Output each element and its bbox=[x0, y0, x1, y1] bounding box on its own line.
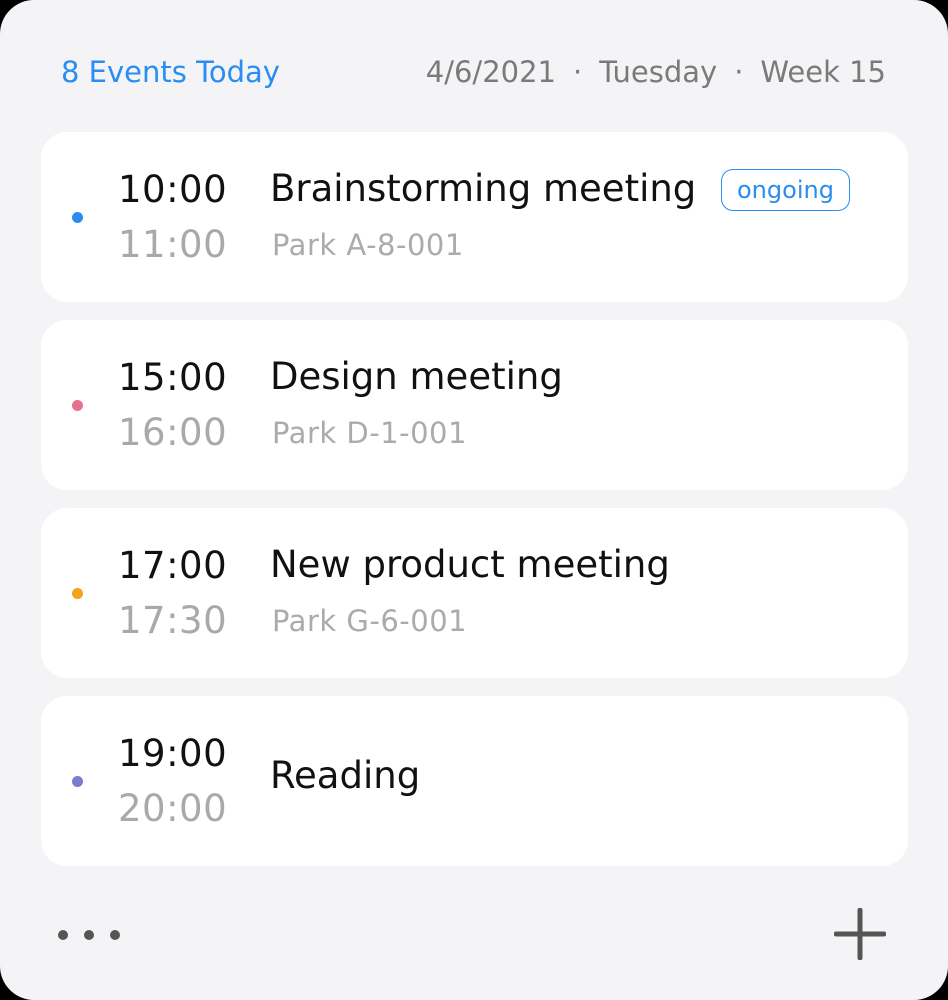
dot bbox=[110, 930, 120, 940]
event-location: Park A-8-001 bbox=[272, 228, 464, 262]
event-title: New product meeting bbox=[270, 543, 670, 586]
more-horizontal-icon[interactable] bbox=[58, 920, 120, 950]
week-label: Week 15 bbox=[760, 55, 886, 89]
event-end-time: 16:00 bbox=[118, 411, 228, 454]
status-badge: ongoing bbox=[721, 169, 850, 211]
event-color-dot bbox=[72, 776, 83, 787]
event-start-time: 10:00 bbox=[118, 168, 228, 211]
event-location: Park G-6-001 bbox=[272, 604, 468, 638]
date-label: 4/6/2021 bbox=[425, 55, 556, 89]
separator: · bbox=[734, 55, 744, 89]
events-count[interactable]: 8 Events Today bbox=[61, 55, 280, 89]
separator: · bbox=[573, 55, 583, 89]
calendar-widget: 8 Events Today 4/6/2021 · Tuesday · Week… bbox=[0, 0, 948, 1000]
event-location: Park D-1-001 bbox=[272, 416, 467, 450]
event-title: Brainstorming meeting bbox=[270, 167, 697, 210]
plus-icon[interactable] bbox=[834, 908, 886, 960]
event-card[interactable]: 17:00 17:30 New product meeting Park G-6… bbox=[41, 508, 908, 678]
weekday-label: Tuesday bbox=[599, 55, 718, 89]
event-end-time: 11:00 bbox=[118, 223, 228, 266]
event-start-time: 15:00 bbox=[118, 356, 228, 399]
event-end-time: 17:30 bbox=[118, 599, 228, 642]
event-color-dot bbox=[72, 212, 83, 223]
event-end-time: 20:00 bbox=[118, 787, 228, 830]
event-color-dot bbox=[72, 400, 83, 411]
event-card[interactable]: 10:00 11:00 Brainstorming meeting ongoin… bbox=[41, 132, 908, 302]
event-title: Reading bbox=[270, 754, 421, 797]
dot bbox=[84, 930, 94, 940]
event-color-dot bbox=[72, 588, 83, 599]
event-card[interactable]: 15:00 16:00 Design meeting Park D-1-001 bbox=[41, 320, 908, 490]
event-start-time: 19:00 bbox=[118, 732, 228, 775]
event-start-time: 17:00 bbox=[118, 544, 228, 587]
date-info: 4/6/2021 · Tuesday · Week 15 bbox=[426, 55, 886, 89]
dot bbox=[58, 930, 68, 940]
widget-header: 8 Events Today 4/6/2021 · Tuesday · Week… bbox=[61, 50, 886, 94]
event-card[interactable]: 19:00 20:00 Reading bbox=[41, 696, 908, 866]
event-title: Design meeting bbox=[270, 355, 563, 398]
